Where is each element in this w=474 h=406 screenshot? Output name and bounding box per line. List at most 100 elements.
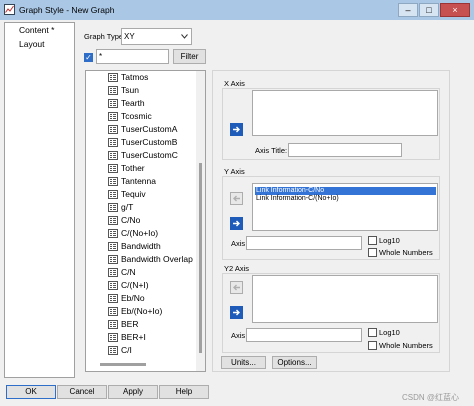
tree-item-label: Bandwidth <box>121 241 161 251</box>
x-axis-add-button[interactable] <box>230 123 243 136</box>
filter-checkbox[interactable]: ✓ <box>84 53 93 62</box>
data-provider-icon <box>108 294 118 303</box>
data-provider-icon <box>108 281 118 290</box>
data-provider-icon <box>108 255 118 264</box>
tree-item-label: Tcosmic <box>121 111 152 121</box>
tree-item-label: C/No <box>121 215 141 225</box>
close-button[interactable]: × <box>440 3 470 17</box>
title-bar[interactable]: Graph Style - New Graph – □ × <box>0 0 474 21</box>
data-provider-icon <box>108 346 118 355</box>
y2-axis-list[interactable] <box>252 275 438 323</box>
watermark: CSDN @红蓝心 <box>402 393 460 402</box>
tree-item-label: TuserCustomA <box>121 124 178 134</box>
data-provider-icon <box>108 268 118 277</box>
y-axis-list-item[interactable]: Link Information-C/(No+Io) <box>255 195 339 203</box>
tree-hscroll-thumb[interactable] <box>100 363 146 366</box>
tree-item[interactable]: Tantenna <box>86 175 198 188</box>
y-axis-title: Y Axis <box>224 167 245 176</box>
chevron-down-icon <box>181 34 188 39</box>
tree-item-label: TuserCustomB <box>121 137 178 147</box>
tree-item[interactable]: C/(N+I) <box>86 279 198 292</box>
sidebar-item-layout[interactable]: Layout <box>19 39 45 49</box>
data-provider-icon <box>108 307 118 316</box>
tree-item[interactable]: BER <box>86 318 198 331</box>
tree-item[interactable]: Tequiv <box>86 188 198 201</box>
tree-scrollbar[interactable] <box>196 71 205 371</box>
help-button[interactable]: Help <box>159 385 209 399</box>
y-log10-checkbox[interactable] <box>368 236 377 245</box>
arrow-right-icon <box>233 126 240 133</box>
window-title: Graph Style - New Graph <box>19 5 115 15</box>
data-provider-icon <box>108 216 118 225</box>
sidebar-item-content[interactable]: Content * <box>19 25 54 35</box>
tree-item[interactable]: C/I <box>86 344 198 357</box>
units-button[interactable]: Units... <box>221 356 266 369</box>
options-button[interactable]: Options... <box>272 356 317 369</box>
y2-axis-title-input[interactable] <box>246 328 362 342</box>
tree-item[interactable]: Eb/(No+Io) <box>86 305 198 318</box>
y2-axis-title: Y2 Axis <box>224 264 250 273</box>
x-axis-title-input[interactable] <box>288 143 402 157</box>
x-axis-title: X Axis <box>224 79 245 88</box>
y2-axis-add-button[interactable] <box>230 306 243 319</box>
tree-item[interactable]: C/(No+Io) <box>86 227 198 240</box>
filter-input[interactable]: * <box>96 49 169 64</box>
tree-item[interactable]: TuserCustomB <box>86 136 198 149</box>
y-axis-add-button[interactable] <box>230 217 243 230</box>
y2-whole-numbers-label: Whole Numbers <box>379 341 433 350</box>
tree-item[interactable]: Bandwidth <box>86 240 198 253</box>
y-log10-label: Log10 <box>379 236 400 245</box>
tree-item[interactable]: Bandwidth Overlap <box>86 253 198 266</box>
tree-item[interactable]: Tsun <box>86 84 198 97</box>
y-axis-list-item[interactable]: Link Information-C/No <box>255 187 436 195</box>
y-axis-list[interactable]: Link Information-C/No Link Information-C… <box>252 183 438 231</box>
tree-item[interactable]: Tother <box>86 162 198 175</box>
y2-whole-numbers-checkbox[interactable] <box>368 341 377 350</box>
graph-type-value: XY <box>124 32 135 41</box>
graph-type-select[interactable]: XY <box>121 28 192 45</box>
data-provider-icon <box>108 138 118 147</box>
data-provider-icon <box>108 151 118 160</box>
y-whole-numbers-label: Whole Numbers <box>379 248 433 257</box>
cancel-button[interactable]: Cancel <box>57 385 107 399</box>
y-whole-numbers-checkbox[interactable] <box>368 248 377 257</box>
tree-item-label: C/(No+Io) <box>121 228 159 238</box>
x-axis-list[interactable] <box>252 90 438 136</box>
y-axis-title-input[interactable] <box>246 236 362 250</box>
ok-button[interactable]: OK <box>6 385 56 399</box>
filter-button[interactable]: Filter <box>173 49 206 64</box>
tree-item-label: Eb/(No+Io) <box>121 306 163 316</box>
y-axis-remove-button[interactable] <box>230 192 243 205</box>
minimize-button[interactable]: – <box>398 3 418 17</box>
tree-item-label: Tequiv <box>121 189 146 199</box>
tree-item-label: Bandwidth Overlap <box>121 254 193 264</box>
tree-item[interactable]: Tearth <box>86 97 198 110</box>
y2-log10-label: Log10 <box>379 328 400 337</box>
tree-item[interactable]: g/T <box>86 201 198 214</box>
data-provider-icon <box>108 229 118 238</box>
tree-item[interactable]: Eb/No <box>86 292 198 305</box>
tree-item-label: Tsun <box>121 85 139 95</box>
arrow-left-icon <box>233 195 240 202</box>
y2-axis-remove-button[interactable] <box>230 281 243 294</box>
y2-axis-axis-label: Axis <box>231 331 246 340</box>
maximize-button[interactable]: □ <box>419 3 439 17</box>
tree-item[interactable]: C/N <box>86 266 198 279</box>
sidebar: Content * Layout <box>4 22 75 378</box>
tree-item[interactable]: Tatmos <box>86 71 198 84</box>
data-provider-icon <box>108 333 118 342</box>
data-provider-tree[interactable]: Tatmos Tsun Tearth Tcosmic TuserCustomA Tuser… <box>85 70 206 372</box>
tree-item[interactable]: TuserCustomC <box>86 149 198 162</box>
tree-item[interactable]: Tcosmic <box>86 110 198 123</box>
tree-scroll-thumb[interactable] <box>199 163 202 353</box>
data-provider-icon <box>108 164 118 173</box>
data-provider-icon <box>108 86 118 95</box>
tree-item[interactable]: TuserCustomA <box>86 123 198 136</box>
apply-button[interactable]: Apply <box>108 385 158 399</box>
tree-item[interactable]: BER+I <box>86 331 198 344</box>
tree-item[interactable]: C/No <box>86 214 198 227</box>
y2-log10-checkbox[interactable] <box>368 328 377 337</box>
data-provider-icon <box>108 177 118 186</box>
data-provider-icon <box>108 242 118 251</box>
data-provider-icon <box>108 203 118 212</box>
